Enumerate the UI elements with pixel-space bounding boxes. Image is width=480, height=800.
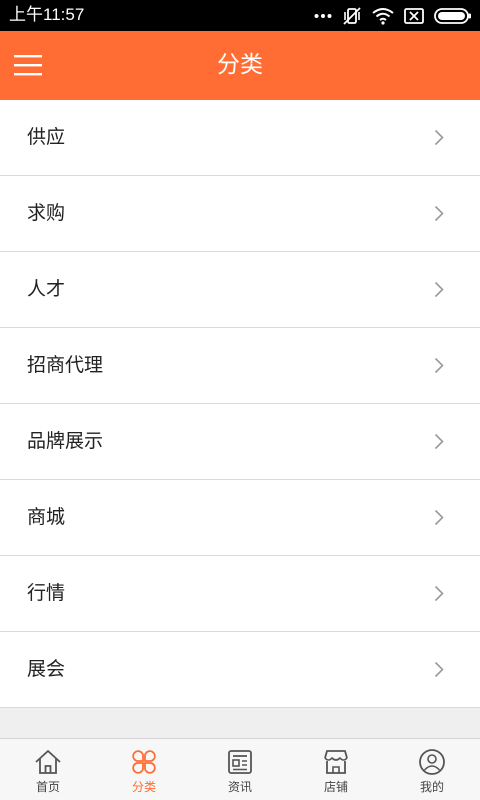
category-label: 展会 [27,658,66,680]
page-title: 分类 [217,52,263,78]
home-icon [35,750,61,774]
category-item-agency[interactable]: 招商代理 [0,328,480,404]
category-item-mall[interactable]: 商城 [0,480,480,556]
chevron-right-icon [434,509,444,526]
chevron-right-icon [434,585,444,602]
user-icon [419,749,445,775]
nav-item-home[interactable]: 首页 [0,739,96,800]
wifi-icon [372,8,394,25]
chevron-right-icon [434,357,444,374]
status-icons [314,5,472,27]
battery-icon [434,8,471,24]
chevron-right-icon [434,281,444,298]
category-item-supply[interactable]: 供应 [0,100,480,176]
category-item-market[interactable]: 行情 [0,556,480,632]
nav-item-mine[interactable]: 我的 [384,739,480,800]
category-item-brand[interactable]: 品牌展示 [0,404,480,480]
nav-item-category[interactable]: 分类 [96,739,192,800]
chevron-right-icon [434,205,444,222]
category-label: 人才 [27,278,66,300]
status-time: 上午11:57 [9,5,85,24]
nav-item-news[interactable]: 资讯 [192,739,288,800]
category-label: 品牌展示 [27,430,104,452]
category-list: 供应 求购 人才 招商代理 品牌展示 商城 行情 展会 [0,100,480,708]
nav-item-shop[interactable]: 店铺 [288,739,384,800]
category-item-purchase[interactable]: 求购 [0,176,480,252]
nav-label: 店铺 [323,780,348,794]
category-item-talent[interactable]: 人才 [0,252,480,328]
news-icon [228,750,252,774]
no-sim-icon [404,8,424,24]
category-icon [132,750,156,774]
chevron-right-icon [434,433,444,450]
category-label: 行情 [27,582,66,604]
category-label: 供应 [27,126,66,148]
nav-label: 资讯 [227,780,252,794]
nav-label: 首页 [35,780,60,794]
chevron-right-icon [434,129,444,146]
category-label: 求购 [27,202,66,224]
app-bar: 分类 [0,31,480,100]
nav-label: 分类 [131,780,156,794]
shop-icon [324,750,348,774]
nav-label: 我的 [419,780,444,794]
category-label: 商城 [27,506,66,528]
chevron-right-icon [434,661,444,678]
category-item-exhibition[interactable]: 展会 [0,632,480,708]
status-bar: 上午11:57 [0,0,480,31]
vibrate-mute-icon [343,7,361,25]
bottom-nav: 首页 分类 资讯 店铺 我的 [0,738,480,800]
category-label: 招商代理 [27,354,104,376]
more-dots-icon [314,14,332,18]
